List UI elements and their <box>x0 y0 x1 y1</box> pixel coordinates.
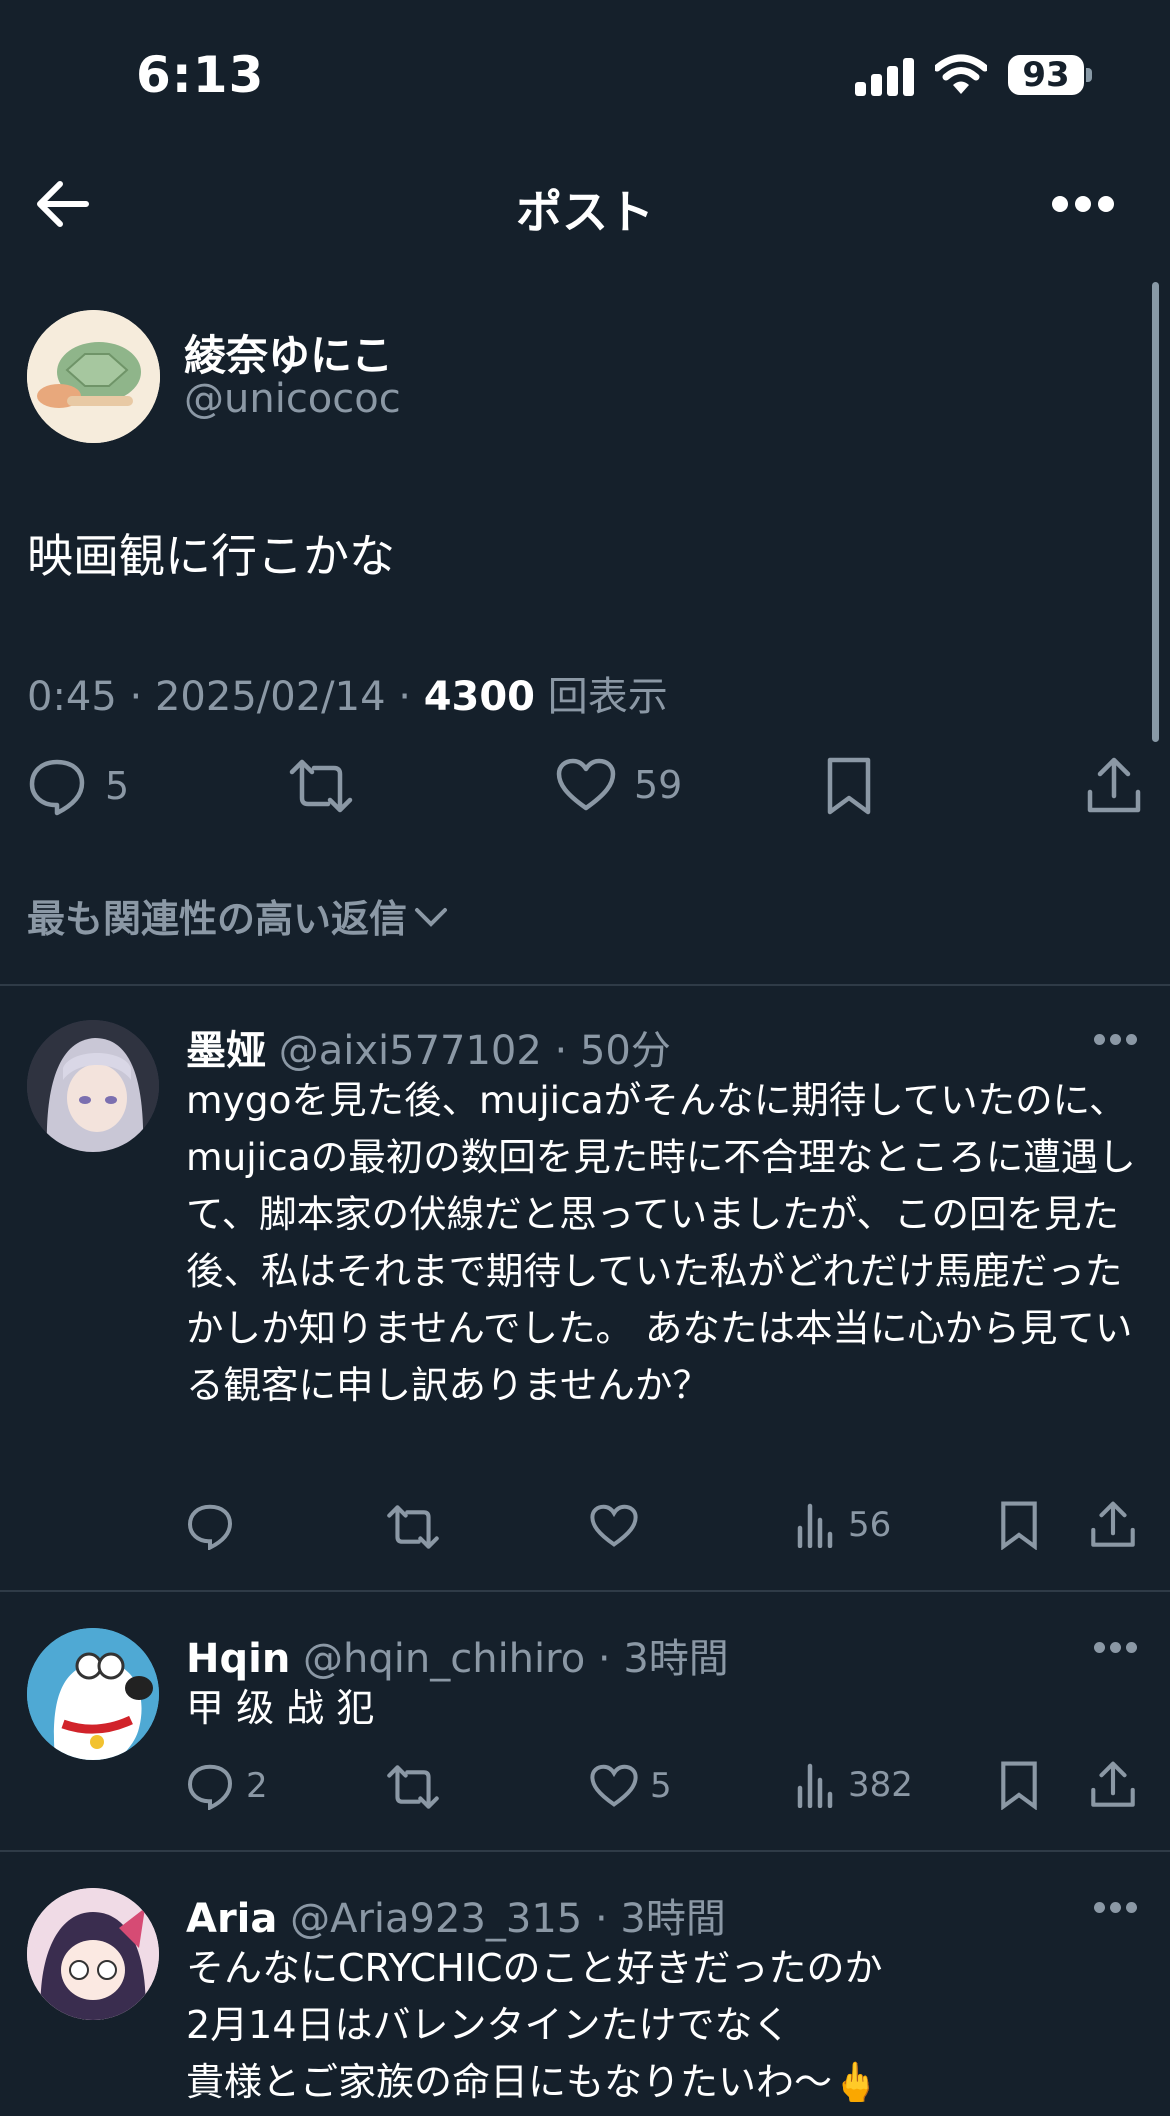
scrollbar[interactable] <box>1152 282 1159 742</box>
divider <box>0 1850 1170 1852</box>
reply-more-icon[interactable] <box>1094 1034 1138 1046</box>
reply-author-handle[interactable]: @hqin_chihiro <box>303 1636 585 1682</box>
reply-more-icon[interactable] <box>1094 1642 1138 1654</box>
author-handle[interactable]: @unicococ <box>184 376 401 422</box>
reply-time: 50分 <box>579 1028 671 1074</box>
share-icon <box>1087 757 1141 813</box>
share-icon <box>1091 1501 1135 1547</box>
replies-sort-label: 最も関連性の高い返信 <box>27 897 408 941</box>
replies-sort-dropdown[interactable]: 最も関連性の高い返信 <box>27 888 449 943</box>
dog-avatar-image <box>27 1628 159 1760</box>
reply-button[interactable] <box>186 1502 234 1550</box>
repost-icon <box>387 1505 439 1549</box>
chevron-down-icon <box>415 907 448 927</box>
avatar[interactable] <box>27 1020 159 1152</box>
bookmark-icon <box>1001 1501 1037 1550</box>
reply-count: 5 <box>105 764 130 808</box>
like-button[interactable]: 5 <box>590 1764 672 1808</box>
post-text: 映画観に行こかな <box>27 529 395 583</box>
share-button[interactable] <box>1090 1760 1136 1810</box>
reply-text: 甲 级 战 犯 <box>186 1686 375 1730</box>
reply-author-handle[interactable]: @Aria923_315 <box>290 1896 582 1942</box>
turtle-avatar-image <box>27 310 160 443</box>
bookmark-icon <box>1001 1761 1037 1810</box>
page-title: ポスト <box>516 185 654 239</box>
heart-icon <box>590 1764 638 1807</box>
reply-header: Aria @Aria923_315 · 3時間 <box>186 1896 726 1942</box>
view-count[interactable]: 4300 <box>424 674 535 720</box>
heart-icon <box>556 758 616 811</box>
like-button[interactable]: 59 <box>556 758 682 812</box>
repost-icon <box>387 1765 439 1809</box>
anime-avatar-image <box>27 1020 159 1152</box>
reply-text: mygoを見た後、mujicaがそんなに期待していたのに、mujicaの最初の数… <box>186 1078 1136 1407</box>
reply-more-icon[interactable] <box>1094 1902 1138 1914</box>
views-count: 382 <box>848 1765 913 1805</box>
reply-button[interactable]: 5 <box>27 756 129 816</box>
avatar[interactable] <box>27 1628 159 1760</box>
wifi-icon <box>935 54 987 94</box>
analytics-icon <box>797 1763 833 1808</box>
reply-author-name[interactable]: Hqin <box>186 1636 290 1682</box>
reply-button[interactable]: 2 <box>186 1762 268 1810</box>
view-label: 回表示 <box>547 674 668 720</box>
bookmark-button[interactable] <box>1000 1760 1038 1810</box>
battery-tip <box>1086 68 1092 82</box>
bookmark-button[interactable] <box>1000 1500 1038 1550</box>
avatar[interactable] <box>27 1888 159 2020</box>
bookmark-icon <box>827 757 871 815</box>
reply-icon <box>187 1764 233 1810</box>
reply-icon <box>187 1504 233 1550</box>
reply-text-line: そんなにCRYCHICのこと好きだったのか <box>186 1946 883 1990</box>
share-button[interactable] <box>1086 756 1142 816</box>
analytics-icon <box>797 1503 833 1548</box>
bookmark-button[interactable] <box>826 756 872 816</box>
post-time: 0:45 <box>27 674 117 720</box>
views-button[interactable]: 382 <box>796 1762 913 1808</box>
reply-header: 墨娅 @aixi577102 · 50分 <box>186 1028 671 1074</box>
cellular-signal-icon <box>855 58 915 96</box>
divider <box>0 984 1170 986</box>
reply-author-name[interactable]: 墨娅 <box>186 1028 266 1074</box>
reply-header: Hqin @hqin_chihiro · 3時間 <box>186 1636 729 1682</box>
reply-text: そんなにCRYCHICのこと好きだったのか 2月14日はバレンタインたけでなく … <box>186 1940 1146 2111</box>
like-count: 59 <box>634 763 683 807</box>
status-time: 6:13 <box>136 46 265 104</box>
reply-author-handle[interactable]: @aixi577102 <box>279 1028 542 1074</box>
reply-text-line: 貴様とご家族の命日にもなりたいわ〜🖕 <box>186 2060 880 2104</box>
repost-button[interactable] <box>386 1764 440 1810</box>
anime-avatar-image <box>27 1888 159 2020</box>
author-name[interactable]: 綾奈ゆにこ <box>184 322 393 383</box>
post-date: 2025/02/14 <box>154 674 386 720</box>
repost-button[interactable] <box>288 758 354 814</box>
views-button[interactable]: 56 <box>796 1502 891 1548</box>
repost-icon <box>289 759 353 813</box>
divider <box>0 1590 1170 1592</box>
reply-time: 3時間 <box>623 1636 729 1682</box>
battery-indicator: 93 <box>1008 55 1084 95</box>
post-meta: 0:45 · 2025/02/14 · 4300 回表示 <box>27 674 668 720</box>
like-count: 5 <box>650 1766 672 1806</box>
share-button[interactable] <box>1090 1500 1136 1550</box>
reply-time: 3時間 <box>620 1896 726 1942</box>
reply-count: 2 <box>246 1766 268 1806</box>
like-button[interactable] <box>590 1504 638 1548</box>
heart-icon <box>590 1504 638 1547</box>
views-count: 56 <box>848 1505 892 1545</box>
more-options-icon[interactable] <box>1052 196 1114 216</box>
repost-button[interactable] <box>386 1504 440 1550</box>
share-icon <box>1091 1761 1135 1807</box>
reply-author-name[interactable]: Aria <box>186 1896 277 1942</box>
avatar[interactable] <box>27 310 160 443</box>
reply-text-line: 2月14日はバレンタインたけでなく <box>186 2003 791 2047</box>
reply-icon <box>29 759 85 816</box>
